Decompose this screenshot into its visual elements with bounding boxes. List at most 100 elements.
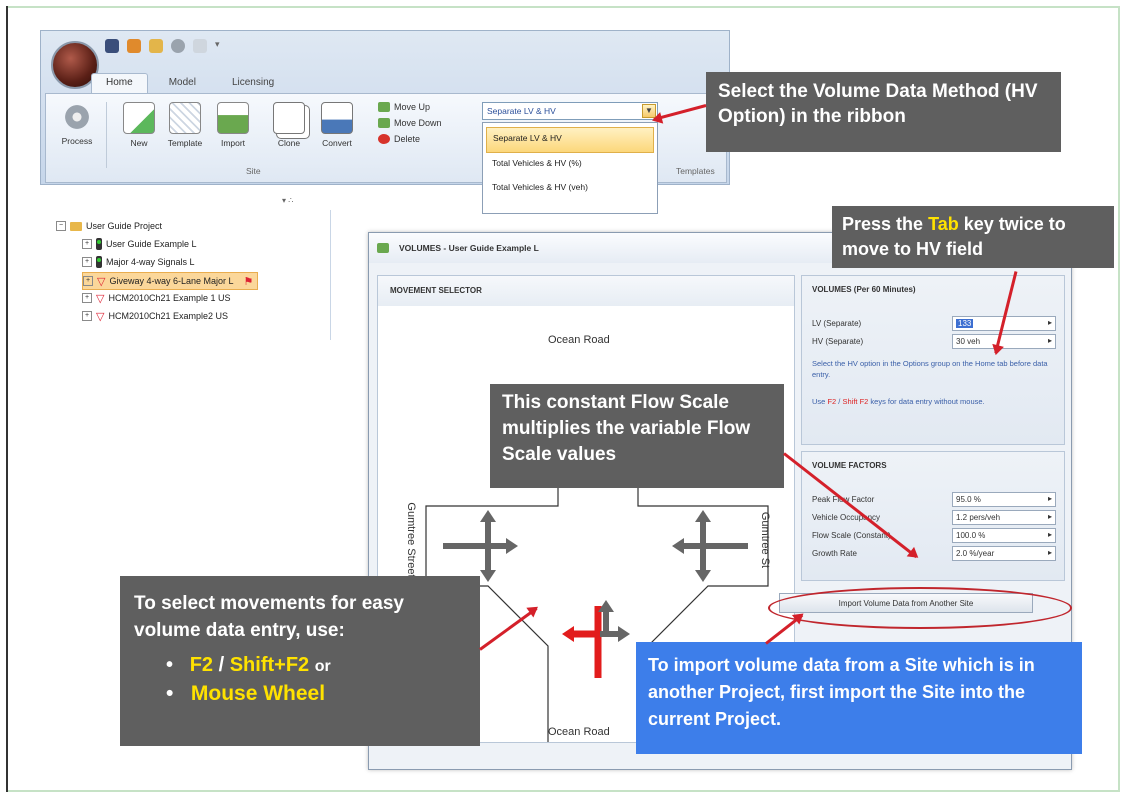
group-label-site: Site xyxy=(246,166,261,176)
new-button[interactable]: New xyxy=(116,102,162,148)
factor-input[interactable]: 100.0 % xyxy=(952,528,1056,543)
callout-volume-method: Select the Volume Data Method (HV Option… xyxy=(706,72,1061,152)
expand-icon[interactable]: + xyxy=(82,311,92,321)
movement-selector-title: MOVEMENT SELECTOR xyxy=(378,276,794,306)
flag-icon: ⚑ xyxy=(243,275,254,288)
callout-bullet-keys: • F2 / Shift+F2 or xyxy=(134,652,466,680)
expand-icon[interactable]: + xyxy=(82,293,92,303)
factor-label: Growth Rate xyxy=(812,549,857,558)
move-up-label: Move Up xyxy=(394,102,431,112)
hv-field-row: HV (Separate) 30 veh xyxy=(812,334,1058,350)
open-folder-icon[interactable] xyxy=(149,39,163,53)
move-down-button[interactable]: Move Down xyxy=(378,118,442,128)
tab-home[interactable]: Home xyxy=(91,73,148,93)
template-button-label: Template xyxy=(167,138,203,148)
gear-icon xyxy=(62,102,92,132)
ribbon-separator xyxy=(106,102,107,168)
hv-input[interactable]: 30 veh xyxy=(952,334,1056,349)
keys-note-f2: F2 xyxy=(827,397,837,406)
tree-item-label: HCM2010Ch21 Example 1 US xyxy=(108,293,231,303)
save-icon[interactable] xyxy=(105,39,119,53)
volumes-panel: VOLUMES (Per 60 Minutes) LV (Separate) 1… xyxy=(801,275,1065,445)
settings-icon[interactable] xyxy=(171,39,185,53)
callout-tab-pre: Press the xyxy=(842,214,924,234)
signal-icon xyxy=(96,238,102,250)
delete-icon xyxy=(378,134,390,144)
move-up-button[interactable]: Move Up xyxy=(378,102,430,112)
factor-input[interactable]: 2.0 %/year xyxy=(952,546,1056,561)
keys-note-shift: Shift F2 xyxy=(842,397,869,406)
giveway-icon: ▽ xyxy=(96,292,105,305)
callout-slash: / xyxy=(218,654,225,676)
print-icon[interactable] xyxy=(193,39,207,53)
tab-model[interactable]: Model xyxy=(154,73,211,93)
tab-licensing[interactable]: Licensing xyxy=(217,73,289,93)
bullet-icon: • xyxy=(166,682,174,705)
hv-label: HV (Separate) xyxy=(812,337,864,346)
signal-icon xyxy=(96,256,102,268)
factors-heading: VOLUME FACTORS xyxy=(812,461,887,470)
tree-item-site[interactable]: + ▽ HCM2010Ch21 Example2 US xyxy=(82,308,228,324)
callout-select-movements: To select movements for easy volume data… xyxy=(120,576,480,746)
import-button[interactable]: Import xyxy=(210,102,256,148)
hv-option-note: Select the HV option in the Options grou… xyxy=(812,359,1048,379)
project-tree: ▾ ∴ − User Guide Project + User Guide Ex… xyxy=(40,196,331,340)
tree-item-site-selected[interactable]: + ▽ Giveway 4-way 6-Lane Major L ⚑ xyxy=(82,272,259,290)
group-label-templates: Templates xyxy=(676,166,715,176)
keys-note: Use F2 / Shift F2 keys for data entry wi… xyxy=(812,396,1052,407)
volume-method-list: Separate LV & HV Total Vehicles & HV (%)… xyxy=(482,122,658,214)
factor-label: Flow Scale (Constant) xyxy=(812,531,891,540)
frame-left-edge xyxy=(6,6,8,792)
clone-button[interactable]: Clone xyxy=(266,102,312,148)
tree-item-site[interactable]: + User Guide Example L xyxy=(82,236,197,252)
expand-icon[interactable]: + xyxy=(82,257,92,267)
tree-item-site[interactable]: + Major 4-way Signals L xyxy=(82,254,195,270)
callout-bullet-wheel: • Mouse Wheel xyxy=(134,680,466,707)
quick-access-toolbar: ▾ xyxy=(105,39,220,53)
qat-dropdown-icon[interactable]: ▾ xyxy=(215,39,220,53)
factor-row: Vehicle Occupancy 1.2 pers/veh xyxy=(812,510,1058,526)
volume-method-option[interactable]: Total Vehicles & HV (%) xyxy=(486,153,654,177)
giveway-icon: ▽ xyxy=(96,310,105,323)
factor-input[interactable]: 95.0 % xyxy=(952,492,1056,507)
template-button[interactable]: Template xyxy=(162,102,208,148)
road-label-west: Gumtree Street xyxy=(405,502,417,578)
factor-input[interactable]: 1.2 pers/veh xyxy=(952,510,1056,525)
lv-value: 133 xyxy=(956,319,974,328)
callout-shift-f2: Shift+F2 xyxy=(229,654,310,676)
new-page-icon xyxy=(123,102,155,134)
new-button-label: New xyxy=(130,138,148,148)
collapse-icon[interactable]: − xyxy=(56,221,66,231)
volume-method-option[interactable]: Total Vehicles & HV (veh) xyxy=(486,177,654,201)
callout-or: or xyxy=(314,658,331,675)
process-button[interactable]: Process xyxy=(54,102,100,146)
lv-field-row: LV (Separate) 133 xyxy=(812,316,1058,332)
callout-mouse-wheel: Mouse Wheel xyxy=(190,682,326,705)
callout-flow-scale: This constant Flow Scale multiplies the … xyxy=(490,384,784,488)
volume-method-selected: Separate LV & HV xyxy=(487,106,556,116)
move-down-label: Move Down xyxy=(394,118,442,128)
callout-tab-key-word: Tab xyxy=(928,214,959,234)
clone-button-label: Clone xyxy=(277,138,301,148)
highlight-oval xyxy=(768,587,1072,629)
road-label-east: Gumtree St xyxy=(759,511,771,569)
volume-method-dropdown[interactable]: Separate LV & HV ▼ xyxy=(482,102,658,120)
new-site-icon[interactable] xyxy=(127,39,141,53)
pin-icon[interactable]: ▾ ∴ xyxy=(282,196,293,205)
volume-factors-panel: VOLUME FACTORS Peak Flow Factor 95.0 % V… xyxy=(801,451,1065,581)
app-logo-icon xyxy=(377,243,389,253)
keys-note-sep: / xyxy=(838,397,841,406)
delete-label: Delete xyxy=(394,134,421,144)
expand-icon[interactable]: + xyxy=(82,239,92,249)
expand-icon[interactable]: + xyxy=(83,276,93,286)
tree-item-site[interactable]: + ▽ HCM2010Ch21 Example 1 US xyxy=(82,290,231,306)
giveway-icon: ▽ xyxy=(97,275,106,288)
convert-button[interactable]: Convert xyxy=(314,102,360,148)
tree-item-project[interactable]: − User Guide Project xyxy=(56,218,162,234)
keys-note-post: keys for data entry without mouse. xyxy=(870,397,985,406)
volume-method-option[interactable]: Separate LV & HV xyxy=(486,127,654,153)
delete-button[interactable]: Delete xyxy=(378,134,420,144)
move-up-icon xyxy=(378,102,390,112)
move-down-icon xyxy=(378,118,390,128)
process-button-label: Process xyxy=(61,136,93,146)
